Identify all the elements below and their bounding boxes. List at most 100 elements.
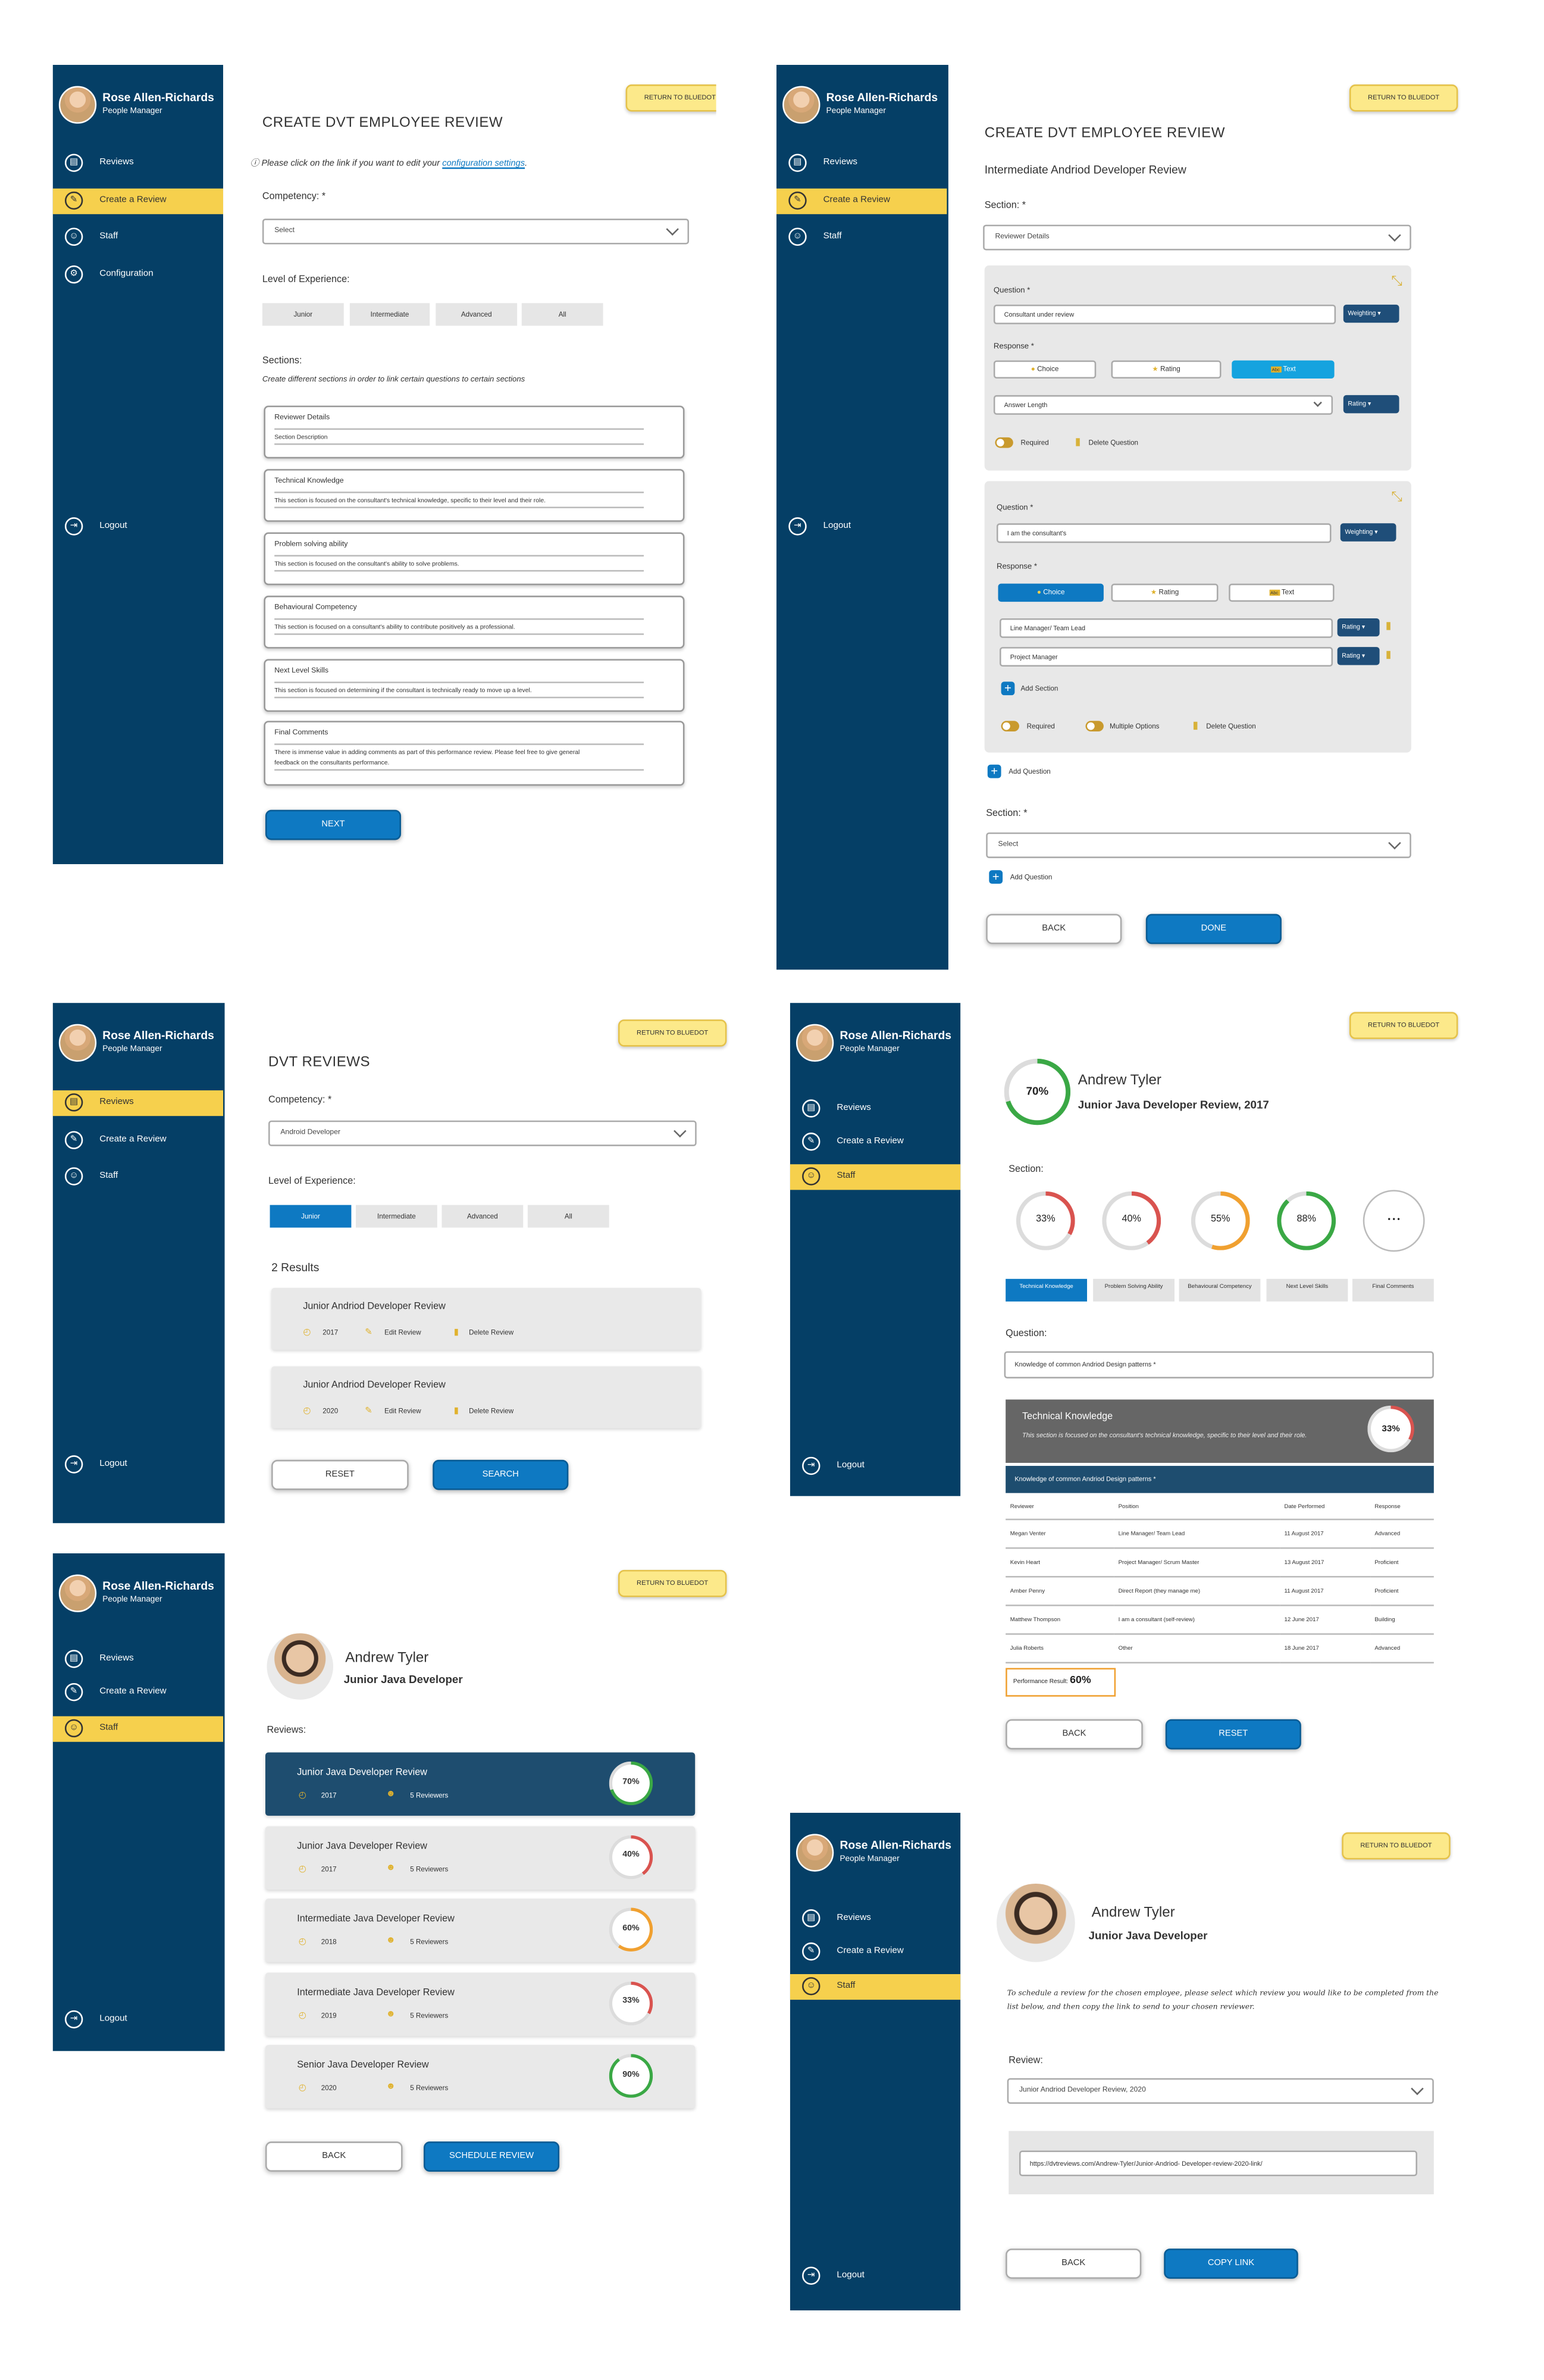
logout-button[interactable]: ⇥ Logout [790,1454,960,1480]
add-section-label[interactable]: Add Section [1021,684,1058,692]
sidebar-item-create[interactable]: ✎ Create a Review [790,1130,960,1155]
review-list-item[interactable]: Senior Java Developer Review ◴ 2020 ☻ 5 … [265,2045,696,2109]
competency-select[interactable]: Select [262,218,690,245]
level-all[interactable]: All [521,303,603,326]
section-ring[interactable]: 33% [1016,1191,1075,1250]
back-button[interactable]: BACK [986,914,1122,945]
required-toggle[interactable] [995,437,1013,448]
section-select[interactable]: Select [986,832,1411,858]
review-link-field[interactable]: https://dvtreviews.com/Andrew-Tyler/Juni… [1019,2150,1417,2176]
more-sections-bubble[interactable]: • • • [1363,1190,1425,1252]
schedule-review-button[interactable]: SCHEDULE REVIEW [424,2141,560,2172]
delete-review-link[interactable]: Delete Review [469,1328,513,1336]
logout-button[interactable]: ⇥ Logout [53,514,223,540]
rating-dropdown[interactable]: Rating ▾ [1337,618,1380,637]
weighting-dropdown[interactable]: Weighting ▾ [1340,523,1396,542]
logout-button[interactable]: ⇥ Logout [790,2264,960,2290]
config-link[interactable]: configuration settings [442,160,525,169]
return-button[interactable]: RETURN TO BLUEDOT [625,84,716,112]
delete-question-label[interactable]: Delete Question [1089,439,1139,446]
edit-icon[interactable]: ✎ [365,1406,372,1416]
type-choice[interactable]: ● Choice [998,583,1104,602]
tab-technical-knowledge[interactable]: Technical Knowledge [1006,1278,1088,1302]
rating-dropdown[interactable]: Rating ▾ [1337,647,1380,665]
level-intermediate[interactable]: Intermediate [349,303,430,326]
trash-icon[interactable]: ▮ [1386,649,1392,661]
plus-icon[interactable]: + [987,764,1001,778]
trash-icon[interactable]: ▮ [1192,720,1198,731]
sidebar-item-reviews[interactable]: ▤ Reviews [776,151,947,176]
done-button[interactable]: DONE [1145,914,1282,945]
type-choice[interactable]: ● Choice [993,360,1097,379]
edit-review-link[interactable]: Edit Review [384,1407,421,1415]
trash-icon[interactable]: ▮ [1075,436,1081,448]
collapse-icon[interactable]: ⤡ [1391,489,1402,505]
logout-button[interactable]: ⇥ Logout [53,1452,223,1478]
collapse-icon[interactable]: ⤡ [1391,273,1402,290]
section-card[interactable]: Technical Knowledge This section is focu… [264,469,685,522]
trash-icon[interactable]: ▮ [454,1406,459,1416]
tab-behavioural[interactable]: Behavioural Competency [1179,1278,1261,1302]
review-list-item[interactable]: Intermediate Java Developer Review ◴ 201… [265,1899,696,1962]
reset-button[interactable]: RESET [1165,1719,1301,1750]
section-ring[interactable]: 55% [1191,1191,1250,1250]
competency-select[interactable]: Android Developer [268,1120,697,1146]
plus-icon[interactable]: + [1001,681,1015,696]
tab-final-comments[interactable]: Final Comments [1352,1278,1434,1302]
type-rating[interactable]: ★ Rating [1111,360,1222,379]
sidebar-item-create[interactable]: ✎ Create a Review [53,1128,223,1153]
section-ring[interactable]: 40% [1102,1191,1161,1250]
type-text[interactable]: Abc Text [1232,360,1335,379]
sidebar-item-create[interactable]: ✎ Create a Review [53,1680,223,1706]
section-select[interactable]: Reviewer Details [983,224,1411,251]
review-list-item[interactable]: Junior Java Developer Review ◴ 2017 ☻ 5 … [265,1825,696,1889]
edit-review-link[interactable]: Edit Review [384,1328,421,1336]
edit-icon[interactable]: ✎ [365,1327,372,1337]
sidebar-item-reviews[interactable]: ▤ Reviews [790,1096,960,1122]
level-advanced[interactable]: Advanced [441,1205,524,1228]
sidebar-item-reviews[interactable]: ▤ Reviews [53,151,223,176]
multiple-options-toggle[interactable] [1085,721,1104,731]
sidebar-item-create[interactable]: ✎ Create a Review [776,188,947,214]
back-button[interactable]: BACK [1006,1719,1143,1750]
sidebar-item-staff[interactable]: ☺ Staff [790,1974,961,2000]
list-item[interactable]: Junior Andriod Developer Review ◴ 2020 ✎… [271,1366,701,1428]
plus-icon[interactable]: + [989,870,1003,884]
sidebar-item-reviews[interactable]: ▤ Reviews [52,1090,224,1116]
logout-button[interactable]: ⇥ Logout [53,2007,223,2033]
sidebar-item-staff[interactable]: ☺ Staff [53,225,223,251]
type-rating[interactable]: ★ Rating [1111,583,1219,602]
copy-link-button[interactable]: COPY LINK [1164,2248,1298,2279]
logout-button[interactable]: ⇥ Logout [776,514,947,540]
sidebar-item-staff[interactable]: ☺ Staff [776,225,947,251]
answer-length-select[interactable]: Answer Length [993,395,1333,415]
level-advanced[interactable]: Advanced [436,303,518,326]
weighting-dropdown[interactable]: Weighting ▾ [1343,304,1399,323]
trash-icon[interactable]: ▮ [1386,620,1392,632]
section-card[interactable]: Behavioural Competency This section is f… [264,595,685,649]
level-intermediate[interactable]: Intermediate [356,1205,437,1228]
review-list-item[interactable]: Intermediate Java Developer Review ◴ 201… [265,1972,696,2035]
return-button[interactable]: RETURN TO BLUEDOT [1342,1832,1451,1860]
option-input[interactable]: Project Manager [1000,647,1333,667]
sidebar-item-reviews[interactable]: ▤ Reviews [790,1906,960,1932]
back-button[interactable]: BACK [1006,2248,1142,2279]
sidebar-item-create[interactable]: ✎ Create a Review [790,1940,960,1965]
review-select[interactable]: Junior Andriod Developer Review, 2020 [1007,2078,1434,2104]
sidebar-item-staff[interactable]: ☺ Staff [52,1716,224,1742]
type-text[interactable]: Abc Text [1229,583,1335,602]
return-button[interactable]: RETURN TO BLUEDOT [1349,1012,1458,1039]
next-button[interactable]: NEXT [265,809,402,840]
tab-problem-solving[interactable]: Problem Solving Ability [1093,1278,1175,1302]
trash-icon[interactable]: ▮ [454,1327,459,1337]
section-card[interactable]: Problem solving ability This section is … [264,532,685,586]
sidebar-item-staff[interactable]: ☺ Staff [790,1164,961,1190]
question-input[interactable]: Consultant under review [993,304,1336,324]
option-input[interactable]: Line Manager/ Team Lead [1000,618,1333,638]
search-button[interactable]: SEARCH [433,1459,569,1490]
add-question-label[interactable]: Add Question [1010,873,1053,881]
question-select[interactable]: Knowledge of common Andriod Design patte… [1004,1351,1434,1379]
return-button[interactable]: RETURN TO BLUEDOT [618,1569,727,1597]
level-all[interactable]: All [527,1205,609,1228]
add-question-label[interactable]: Add Question [1009,768,1051,775]
